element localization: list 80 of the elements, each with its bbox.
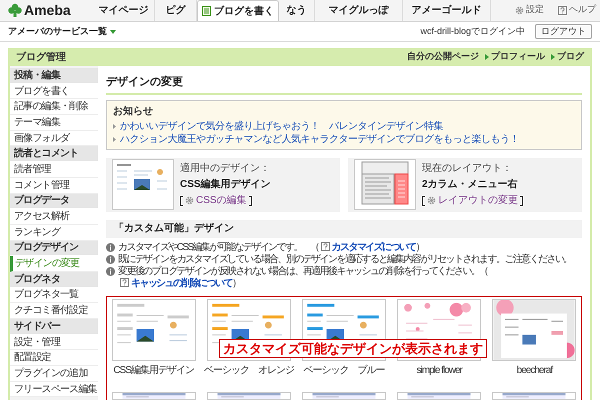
sidebar-item[interactable]: 設定・管理: [10, 334, 98, 350]
nav-tab[interactable]: ブログを書く: [197, 0, 279, 21]
note-link[interactable]: キャッシュの削除について: [131, 278, 232, 288]
sidebar-item[interactable]: フリースペース編集: [10, 382, 98, 398]
note-text: カスタマイズやCSS編集が可能なデザインです。 （: [118, 242, 319, 252]
logo-icon: [8, 3, 22, 17]
sidebar-heading: 読者とコメント: [10, 146, 98, 162]
gear-icon: [427, 196, 436, 205]
note-link[interactable]: カスタマイズについて: [332, 242, 416, 252]
info-icon: [106, 243, 115, 252]
page-title: デザインの変更: [106, 74, 184, 90]
sidebar-item[interactable]: 配置設定: [10, 350, 98, 366]
note-text: ）: [416, 242, 424, 252]
note-text: 既にデザインをカスタマイズしている場合、別のデザインを適応すると編集内容がリセットされます。ご注意ください。: [118, 254, 572, 264]
login-status: wcf-drill-blogでログイン中: [420, 24, 525, 38]
logo-text[interactable]: Ameba: [24, 0, 71, 20]
bullet-icon: [113, 136, 116, 142]
gear-icon: [185, 196, 194, 205]
bullet-icon: [113, 124, 116, 128]
sidebar-item[interactable]: プラグインの追加: [10, 366, 98, 382]
nav-tab[interactable]: マイページ: [93, 0, 155, 21]
document-icon: [202, 6, 211, 16]
sidebar-item[interactable]: デザインの変更: [10, 256, 98, 272]
section-title: 「カスタム可能」デザイン: [114, 222, 234, 236]
help-link[interactable]: ヘルプ: [558, 0, 596, 21]
note-text: ）: [232, 278, 240, 288]
sidebar-item[interactable]: テーマ編集: [10, 115, 98, 131]
bracket-icon: [180, 196, 183, 206]
current-name: CSS編集用デザイン: [180, 178, 271, 192]
settings-link[interactable]: 設定: [515, 0, 544, 21]
design-name[interactable]: ベーシック オレンジ: [204, 362, 294, 378]
bracket-icon: [422, 196, 425, 206]
bracket-icon: [520, 196, 523, 206]
bracket-icon: [248, 196, 252, 206]
arrow-icon: [485, 54, 489, 60]
nav-tab[interactable]: アメーゴールド: [403, 0, 491, 21]
panel-link[interactable]: ブログ: [557, 50, 584, 64]
sidebar-item[interactable]: ブログを書く: [10, 84, 98, 100]
design-name[interactable]: beecheraf: [516, 362, 552, 378]
design-name[interactable]: ベーシック ブルー: [303, 362, 384, 378]
services-menu[interactable]: アメーバのサービス一覧: [8, 24, 116, 38]
sidebar-item[interactable]: アクセス解析: [10, 209, 98, 225]
notice-link[interactable]: ハクション大魔王やガッチャマンなど人気キャラクターデザインでブログをもっと楽しもう！: [120, 132, 519, 146]
action-link[interactable]: レイアウトの変更: [438, 193, 518, 208]
panel-link[interactable]: プロフィール: [491, 50, 545, 64]
current-label: 現在のレイアウト：: [422, 162, 513, 176]
sidebar-item[interactable]: ランキング: [10, 224, 98, 241]
sidebar-item[interactable]: 記事の編集・削除: [10, 99, 98, 116]
panel-link[interactable]: 自分の公開ページ: [407, 50, 479, 64]
annotation-callout: カスタマイズ可能なデザインが表示されます: [219, 338, 487, 358]
sidebar-item[interactable]: コメント管理: [10, 178, 98, 194]
design-name[interactable]: simple flower: [416, 362, 462, 378]
sidebar-heading: ブログデザイン: [10, 240, 98, 256]
notice-link[interactable]: かわいいデザインで気分を盛り上げちゃおう！ バレンタインデザイン特集: [120, 118, 443, 134]
logout-button[interactable]: ログアウト: [535, 24, 592, 39]
note-text: 変更後のブログデザインが反映されない場合は、再適用後キャッシュの削除を行ってください。（: [118, 266, 488, 276]
info-icon: [106, 255, 115, 264]
sidebar-heading: ブログデータ: [10, 194, 98, 210]
sidebar-heading: サイドバー: [10, 319, 98, 335]
caret-icon: [110, 30, 116, 34]
design-name[interactable]: CSS編集用デザイン: [113, 362, 194, 378]
notice-title: お知らせ: [113, 104, 154, 118]
current-name: 2カラム・メニュー右: [422, 178, 519, 192]
nav-tab[interactable]: なう: [279, 0, 315, 21]
panel-title: ブログ管理: [16, 50, 66, 64]
sidebar-item[interactable]: 読者管理: [10, 162, 98, 178]
help-icon: [558, 6, 567, 14]
info-icon: [106, 267, 115, 276]
help-icon: [120, 278, 129, 286]
sidebar-heading: ブログネタ: [10, 272, 98, 288]
sidebar-item[interactable]: ブログネタ一覧: [10, 288, 98, 304]
sidebar-item[interactable]: 画像フォルダ: [10, 130, 98, 146]
sidebar-heading: 投稿・編集: [10, 68, 98, 84]
current-label: 適用中のデザイン：: [180, 162, 271, 176]
nav-tab[interactable]: マイグルっぽ: [315, 0, 403, 21]
gear-icon: [515, 6, 524, 14]
sidebar-item[interactable]: クチコミ番付設定: [10, 303, 98, 319]
help-icon: [320, 242, 330, 250]
action-link[interactable]: CSSの編集: [196, 193, 247, 208]
arrow-icon: [551, 54, 555, 60]
